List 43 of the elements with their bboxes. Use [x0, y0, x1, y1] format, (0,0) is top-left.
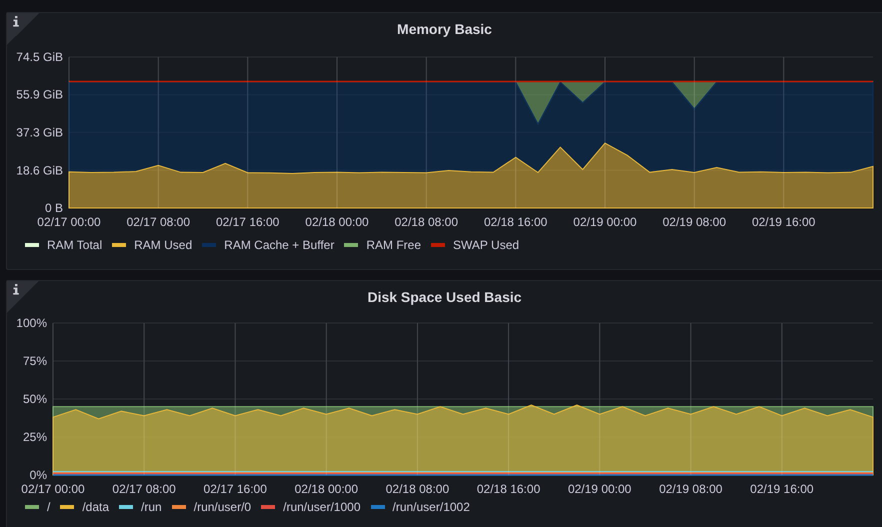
legend-label[interactable]: RAM Free	[366, 238, 422, 252]
y-axis-label: 0 B	[44, 201, 63, 215]
y-axis-label: 75%	[22, 354, 47, 368]
legend-label[interactable]: /data	[82, 500, 110, 514]
y-axis-label: 74.5 GiB	[16, 50, 63, 64]
y-axis-label: 37.3 GiB	[16, 125, 63, 140]
x-axis-label: 02/18 08:00	[386, 482, 450, 496]
y-axis-label: 55.9 GiB	[16, 88, 63, 102]
legend-label[interactable]: RAM Cache + Buffer	[224, 238, 334, 252]
x-axis-label: 02/19 08:00	[662, 215, 726, 229]
x-axis-label: 02/19 16:00	[750, 482, 814, 496]
x-axis-label: 02/17 16:00	[204, 482, 267, 496]
x-axis-label: 02/17 00:00	[21, 482, 85, 496]
x-axis-label: 02/17 08:00	[112, 482, 176, 496]
y-axis-label: 100%	[16, 316, 47, 330]
legend-label[interactable]: /run/user/1002	[392, 500, 470, 514]
x-axis-label: 02/18 00:00	[294, 482, 358, 496]
x-axis-label: 02/17 16:00	[216, 215, 280, 229]
x-axis-label: 02/18 00:00	[305, 215, 369, 229]
x-axis-label: 02/17 00:00	[37, 215, 101, 229]
y-axis-label: 25%	[22, 430, 47, 444]
x-axis-label: 02/18 16:00	[484, 215, 548, 229]
legend-label[interactable]: SWAP Used	[453, 238, 520, 252]
legend-label[interactable]: RAM Total	[47, 238, 102, 252]
x-axis-label: 02/17 08:00	[126, 215, 190, 229]
legend-label[interactable]: /	[47, 500, 50, 514]
x-axis-label: 02/19 00:00	[573, 215, 637, 229]
panel-title: Disk Space Used Basic	[367, 288, 522, 306]
x-axis-label: 02/18 16:00	[476, 482, 540, 496]
legend-label[interactable]: /run/user/1000	[283, 500, 360, 514]
x-axis-label: 02/19 00:00	[568, 482, 632, 496]
legend-label[interactable]: RAM Used	[134, 238, 192, 252]
x-axis-label: 02/19 16:00	[752, 215, 816, 229]
legend-label[interactable]: /run/user/0	[194, 500, 252, 514]
info-icon[interactable]	[12, 16, 20, 27]
legend-label[interactable]: /run	[141, 500, 162, 514]
x-axis-label: 02/19 08:00	[659, 482, 722, 496]
x-axis-label: 02/18 08:00	[394, 215, 458, 229]
panel-title: Memory Basic	[397, 20, 492, 38]
info-icon[interactable]	[12, 284, 20, 295]
y-axis-label: 0%	[30, 468, 47, 482]
y-axis-label: 50%	[22, 392, 47, 406]
y-axis-label: 18.6 GiB	[16, 163, 63, 178]
